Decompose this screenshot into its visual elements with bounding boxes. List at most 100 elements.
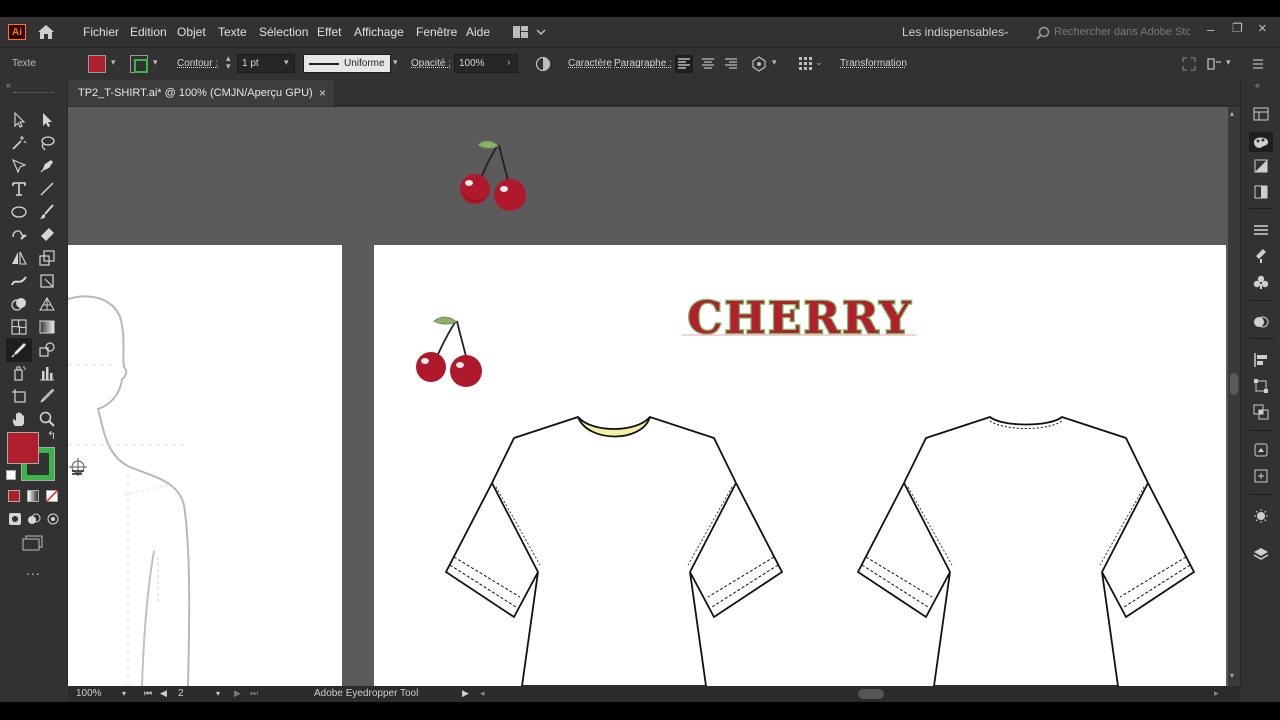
- vertical-scrollbar[interactable]: ▴ ▾: [1228, 107, 1240, 686]
- panel-menu-icon[interactable]: [1252, 58, 1264, 70]
- appearance-panel-icon[interactable]: [1253, 314, 1269, 330]
- isolate-icon[interactable]: [1182, 57, 1196, 71]
- curvature-tool-icon[interactable]: [8, 156, 30, 176]
- menu-objet[interactable]: Objet: [177, 25, 206, 39]
- paragraphe-link[interactable]: Paragraphe :: [614, 58, 672, 69]
- color-guide-icon[interactable]: [1253, 158, 1269, 174]
- symbol-sprayer-tool-icon[interactable]: [8, 363, 30, 383]
- home-icon[interactable]: [36, 23, 56, 41]
- close-icon[interactable]: ×: [1258, 20, 1267, 37]
- chevron-right-icon[interactable]: ›: [507, 57, 510, 68]
- transformation-link[interactable]: Transformation: [840, 58, 907, 69]
- hand-tool-icon[interactable]: [8, 409, 30, 429]
- tshirt-back[interactable]: [856, 415, 1196, 686]
- lasso-tool-icon[interactable]: [36, 133, 58, 153]
- first-artboard-icon[interactable]: ⏮: [144, 688, 152, 699]
- canvas-area[interactable]: CHERRY: [68, 107, 1228, 686]
- minimize-icon[interactable]: –: [1207, 22, 1214, 37]
- scroll-left-icon[interactable]: ◂: [480, 688, 485, 699]
- headline-text[interactable]: CHERRY: [686, 292, 912, 346]
- edit-toolbar-icon[interactable]: ...: [26, 562, 41, 578]
- column-graph-tool-icon[interactable]: [36, 363, 58, 383]
- chevron-down-icon[interactable]: ⌄: [815, 57, 823, 68]
- recolor-icon[interactable]: [535, 56, 551, 72]
- swap-colors-icon[interactable]: ↰: [47, 429, 56, 442]
- type-tool-icon[interactable]: [8, 179, 30, 199]
- align-center-icon[interactable]: [699, 55, 717, 73]
- chevron-down-icon[interactable]: ▾: [284, 57, 289, 68]
- transform-each-icon[interactable]: [750, 55, 768, 73]
- color-panel-icon[interactable]: [1249, 132, 1273, 152]
- symbols-panel-icon[interactable]: [1253, 274, 1269, 290]
- draw-inside-icon[interactable]: [46, 512, 60, 526]
- warp-tool-icon[interactable]: [8, 271, 30, 291]
- shape-builder-tool-icon[interactable]: [8, 294, 30, 314]
- asset-export-icon[interactable]: [1253, 468, 1269, 484]
- magic-wand-tool-icon[interactable]: [8, 133, 30, 153]
- slice-tool-icon[interactable]: [36, 386, 58, 406]
- chevron-down-icon[interactable]: ▾: [393, 57, 398, 68]
- artboard-1[interactable]: [68, 245, 342, 686]
- align-left-icon[interactable]: [675, 55, 693, 73]
- horizontal-scroll-thumb[interactable]: [858, 689, 884, 699]
- brushes-panel-icon[interactable]: [1253, 248, 1269, 264]
- menu-texte[interactable]: Texte: [218, 25, 247, 39]
- last-artboard-icon[interactable]: ⏭: [250, 688, 258, 699]
- artboard-tool-icon[interactable]: [8, 386, 30, 406]
- chevron-down-icon[interactable]: ▾: [111, 57, 116, 68]
- paintbrush-tool-icon[interactable]: [36, 202, 58, 222]
- libraries-panel-icon[interactable]: [1253, 442, 1269, 458]
- scroll-up-icon[interactable]: ▴: [1230, 109, 1234, 118]
- chevron-down-icon[interactable]: ▾: [772, 57, 777, 68]
- caractere-link[interactable]: Caractère: [568, 58, 612, 69]
- collapse-panel-icon[interactable]: «: [6, 80, 11, 90]
- maximize-icon[interactable]: ❐: [1232, 21, 1243, 35]
- gradient-tool-icon[interactable]: [36, 317, 58, 337]
- eyedropper-tool-icon[interactable]: [6, 338, 32, 362]
- properties-panel-icon[interactable]: [1253, 106, 1269, 122]
- chevron-down-icon[interactable]: ▾: [122, 689, 126, 698]
- gradient-panel-icon[interactable]: [1253, 184, 1269, 200]
- pathfinder-panel-icon[interactable]: [1253, 404, 1269, 420]
- draw-normal-icon[interactable]: [8, 512, 22, 526]
- tshirt-front[interactable]: [444, 415, 784, 686]
- vertical-scroll-thumb[interactable]: [1230, 373, 1238, 395]
- ellipse-tool-icon[interactable]: [8, 202, 30, 222]
- transform-panel-icon[interactable]: [1253, 378, 1269, 394]
- align-panel-icon[interactable]: [1253, 352, 1269, 368]
- menu-fenetre[interactable]: Fenêtre: [416, 25, 457, 39]
- selection-tool-icon[interactable]: [8, 110, 30, 130]
- chevron-down-icon[interactable]: ▾: [216, 689, 220, 698]
- scroll-right-icon[interactable]: ▸: [1214, 688, 1219, 699]
- scale-tool-icon[interactable]: [36, 248, 58, 268]
- screen-mode-icon[interactable]: [22, 535, 44, 551]
- fill-swatch[interactable]: [7, 432, 39, 464]
- menu-fichier[interactable]: Fichier: [83, 25, 119, 39]
- none-mode-icon[interactable]: [46, 490, 58, 502]
- reflect-tool-icon[interactable]: [8, 248, 30, 268]
- toolbar-grip[interactable]: [14, 92, 54, 94]
- close-tab-icon[interactable]: ×: [319, 80, 326, 106]
- line-tool-icon[interactable]: [36, 179, 58, 199]
- cherry-graphic-pasteboard[interactable]: [454, 137, 534, 215]
- previous-artboard-icon[interactable]: ◀: [160, 688, 167, 699]
- opacity-label[interactable]: Opacité :: [411, 58, 451, 69]
- gradient-mode-icon[interactable]: [27, 490, 39, 502]
- default-colors-icon[interactable]: [6, 470, 16, 480]
- mesh-tool-icon[interactable]: [8, 317, 30, 337]
- zoom-tool-icon[interactable]: [36, 409, 58, 429]
- shaper-tool-icon[interactable]: [8, 225, 30, 245]
- menu-edition[interactable]: Edition: [130, 25, 167, 39]
- cherry-graphic-artboard[interactable]: [416, 316, 482, 387]
- stroke-panel-icon[interactable]: [1253, 222, 1269, 238]
- chevron-down-icon[interactable]: ⌄: [1002, 26, 1010, 37]
- image-trace-icon[interactable]: [1253, 508, 1269, 524]
- pen-tool-icon[interactable]: [36, 156, 58, 176]
- stepper-icon[interactable]: ▴ ▾: [226, 54, 231, 71]
- free-transform-tool-icon[interactable]: [36, 271, 58, 291]
- scroll-down-icon[interactable]: ▾: [1230, 671, 1234, 680]
- align-right-icon[interactable]: [722, 55, 740, 73]
- layers-panel-icon[interactable]: [1253, 546, 1269, 562]
- arrange-icon[interactable]: [1206, 57, 1222, 71]
- menu-effet[interactable]: Effet: [317, 25, 341, 39]
